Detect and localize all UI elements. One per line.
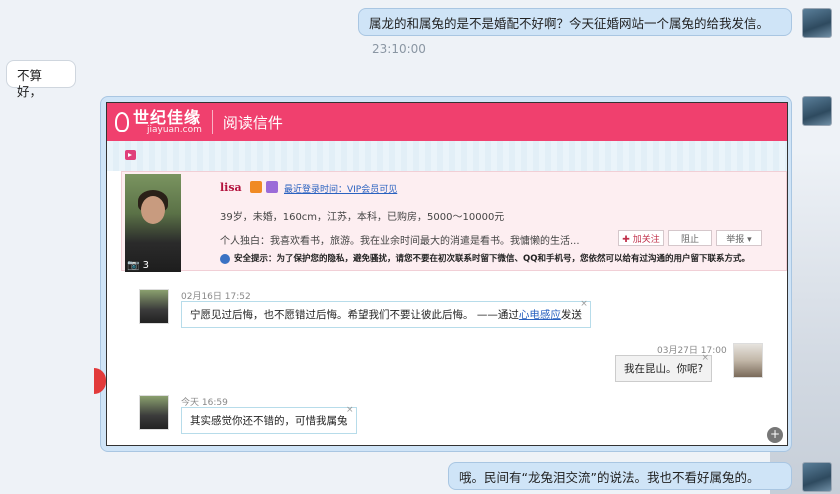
report-button[interactable]: 举报 ▾ <box>716 230 762 246</box>
photo-count-value: 3 <box>142 260 150 271</box>
profile-name[interactable]: lisa <box>220 181 242 194</box>
conversation-list: 02月16日 17:52 宁愿见过后悔，也不愿错过后悔。希望我们不要让彼此后悔。… <box>121 277 787 445</box>
embedded-screenshot: 世纪佳缘 jiayuan.com 阅读信件 📷 3 lisa 最近登录时间：VI… <box>106 102 788 446</box>
block-button[interactable]: 阻止 <box>668 230 712 246</box>
page-title: 阅读信件 <box>222 113 283 132</box>
avatar[interactable] <box>802 462 832 492</box>
logo-icon <box>115 112 129 132</box>
chat-timestamp: 23:10:00 <box>372 42 426 56</box>
profile-photo[interactable]: 📷 3 <box>125 174 181 272</box>
last-login-link[interactable]: 最近登录时间：VIP会员可见 <box>284 182 397 195</box>
profile-panel: 📷 3 lisa 最近登录时间：VIP会员可见 39岁，未婚，160cm，江苏，… <box>121 171 787 272</box>
avatar[interactable] <box>802 96 832 126</box>
chat-bubble-other: 不算好， <box>6 60 76 99</box>
message-text: 其实感觉你还不错的，可惜我属兔 <box>190 415 348 427</box>
chat-message-text: 不算好， <box>17 68 43 99</box>
header-divider <box>211 110 213 134</box>
logo-text: 世纪佳缘 <box>133 107 202 127</box>
follow-button[interactable]: ✚ 加关注 <box>618 230 664 246</box>
heartbeat-link[interactable]: 心电感应 <box>519 309 561 321</box>
message-suffix: 发送 <box>560 309 582 321</box>
message-bubble: 其实感觉你还不错的，可惜我属兔 × <box>181 405 357 434</box>
avatar[interactable] <box>139 289 169 324</box>
site-header: 世纪佳缘 jiayuan.com 阅读信件 <box>107 103 787 141</box>
avatar[interactable] <box>139 395 169 430</box>
chat-message-text: 属龙的和属兔的是不是婚配不好啊？今天征婚网站一个属兔的给我发信。 <box>369 16 770 31</box>
zoom-icon[interactable]: + <box>767 427 783 443</box>
chat-message-text: 哦。民间有“龙兔泪交流”的说法。我也不看好属兔的。 <box>459 470 760 485</box>
vip-crown-icon <box>266 181 278 193</box>
close-icon[interactable]: × <box>702 353 710 363</box>
photo-count: 📷 3 <box>127 260 150 271</box>
safety-tip: 安全提示：为了保护您的隐私，避免骚扰，请您不要在初次联系时留下微信、QQ和手机号… <box>220 252 750 264</box>
avatar[interactable] <box>733 343 763 378</box>
close-icon[interactable]: × <box>346 405 354 415</box>
toolbar-strip <box>107 141 787 171</box>
close-icon[interactable]: × <box>580 299 588 309</box>
site-logo: 世纪佳缘 jiayuan.com <box>133 107 202 135</box>
chat-bubble-image[interactable]: 世纪佳缘 jiayuan.com 阅读信件 📷 3 lisa 最近登录时间：VI… <box>100 96 792 452</box>
safety-tip-text: 安全提示：为了保护您的隐私，避免骚扰，请您不要在初次联系时留下微信、QQ和手机号… <box>234 254 750 264</box>
message-text: 宁愿见过后悔，也不愿错过后悔。希望我们不要让彼此后悔。 ——通过 <box>190 309 519 321</box>
logo-domain: jiayuan.com <box>147 124 202 135</box>
photo-face <box>141 196 165 224</box>
chat-bubble-mine: 属龙的和属兔的是不是婚配不好啊？今天征婚网站一个属兔的给我发信。 <box>358 8 792 36</box>
message-bubble: 宁愿见过后悔，也不愿错过后悔。希望我们不要让彼此后悔。 ——通过心电感应发送 × <box>181 299 591 328</box>
speaker-icon[interactable] <box>125 150 136 160</box>
avatar[interactable] <box>802 8 832 38</box>
message-text: 我在昆山。你呢? <box>624 363 704 375</box>
info-icon <box>220 253 230 264</box>
badge-icon <box>250 181 262 193</box>
profile-bio: 个人独白：我喜欢看书，旅游。我在业余时间最大的消遣是看书。我慵懒的生活... <box>220 236 580 247</box>
message-bubble: 我在昆山。你呢? × <box>615 353 713 382</box>
chat-bubble-mine: 哦。民间有“龙兔泪交流”的说法。我也不看好属兔的。 <box>448 462 792 490</box>
profile-info: 39岁，未婚，160cm，江苏，本科，已购房，5000～10000元 <box>220 212 505 223</box>
